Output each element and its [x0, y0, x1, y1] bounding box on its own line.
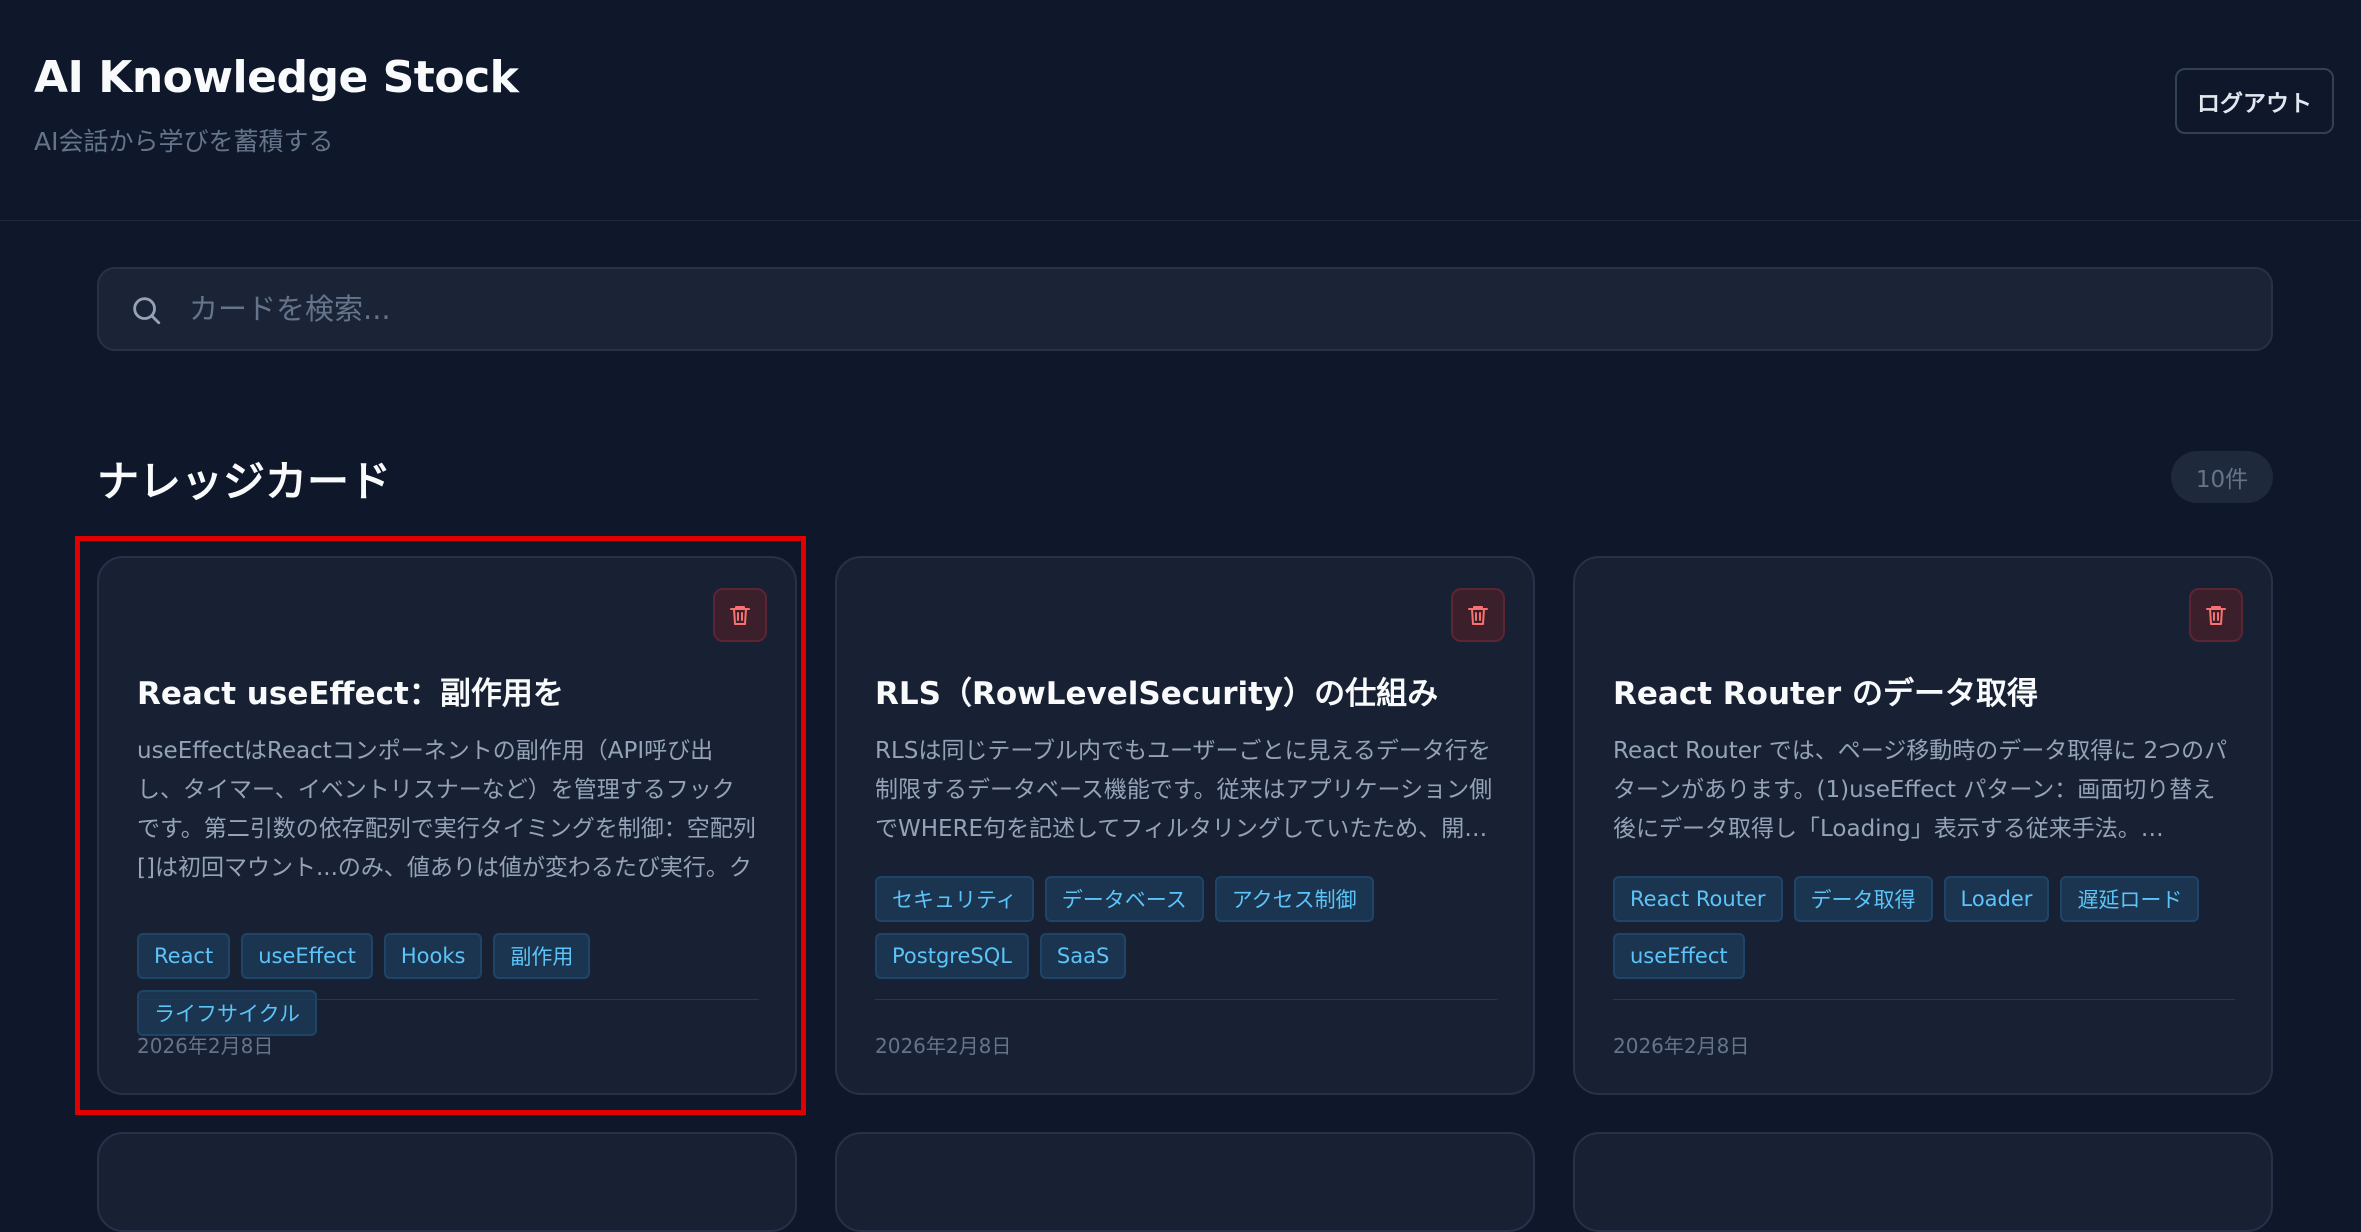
card-date: 2026年2月8日 — [137, 1034, 274, 1058]
trash-icon — [1468, 606, 1488, 625]
tag[interactable]: アクセス制御 — [1214, 876, 1374, 922]
card-body: RLSは同じテーブル内でもユーザーごとに見えるデータ行を制限するデータベース機能… — [875, 738, 1493, 842]
card-date: 2026年2月8日 — [1613, 1034, 1750, 1058]
card-divider — [875, 999, 1497, 1000]
tag[interactable]: データベース — [1044, 876, 1204, 922]
section-title: ナレッジカード — [97, 457, 392, 506]
knowledge-card[interactable]: RLS（RowLevelSecurity）の仕組み RLSは同じテーブル内でもユ… — [835, 556, 1535, 1095]
search-icon — [133, 297, 161, 325]
card-divider — [137, 999, 759, 1000]
tag[interactable]: 副作用 — [493, 933, 591, 979]
app-subtitle: AI会話から学びを蓄積する — [34, 127, 334, 156]
trash-icon — [730, 606, 750, 625]
knowledge-card[interactable]: React useEffect：副作用を useEffectはReactコンポー… — [97, 556, 797, 1095]
search-input[interactable] — [189, 269, 2249, 349]
card-body: React Router では、ページ移動時のデータ取得に 2つのパターンがあり… — [1613, 738, 2228, 842]
knowledge-card-partial[interactable] — [835, 1132, 1535, 1232]
tag-list: セキュリティ データベース アクセス制御 PostgreSQL SaaS — [875, 876, 1505, 979]
delete-card-button[interactable] — [2189, 588, 2243, 642]
tag-list: React useEffect Hooks 副作用 ライフサイクル — [137, 933, 767, 1036]
knowledge-card-partial[interactable] — [97, 1132, 797, 1232]
tag[interactable]: React Router — [1613, 876, 1783, 922]
card-title: RLS（RowLevelSecurity）の仕組み — [875, 676, 1439, 712]
knowledge-card[interactable]: React Router のデータ取得 React Router では、ページ移… — [1573, 556, 2273, 1095]
tag[interactable]: useEffect — [241, 933, 373, 979]
tag[interactable]: セキュリティ — [875, 876, 1034, 922]
tag[interactable]: SaaS — [1039, 933, 1127, 979]
card-count-badge: 10件 — [2171, 451, 2273, 503]
tag[interactable]: Hooks — [383, 933, 483, 979]
tag[interactable]: React — [137, 933, 231, 979]
knowledge-card-partial[interactable] — [1573, 1132, 2273, 1232]
card-title: React Router のデータ取得 — [1613, 676, 2038, 712]
search-bar[interactable] — [97, 267, 2273, 351]
tag[interactable]: PostgreSQL — [875, 933, 1029, 979]
card-date: 2026年2月8日 — [875, 1034, 1012, 1058]
app-title: AI Knowledge Stock — [34, 52, 519, 103]
trash-icon — [2206, 606, 2226, 625]
delete-card-button[interactable] — [713, 588, 767, 642]
tag-list: React Router データ取得 Loader 遅延ロード useEffec… — [1613, 876, 2243, 979]
app-header: AI Knowledge Stock AI会話から学びを蓄積する ログアウト — [0, 0, 2361, 221]
card-title: React useEffect：副作用を — [137, 676, 564, 712]
tag[interactable]: useEffect — [1613, 933, 1745, 979]
logout-button[interactable]: ログアウト — [2175, 68, 2334, 134]
card-body: useEffectはReactコンポーネントの副作用（API呼び出し、タイマー、… — [137, 738, 756, 881]
delete-card-button[interactable] — [1451, 588, 1505, 642]
card-divider — [1613, 999, 2235, 1000]
tag[interactable]: データ取得 — [1793, 876, 1933, 922]
tag[interactable]: 遅延ロード — [2060, 876, 2200, 922]
tag[interactable]: Loader — [1943, 876, 2050, 922]
